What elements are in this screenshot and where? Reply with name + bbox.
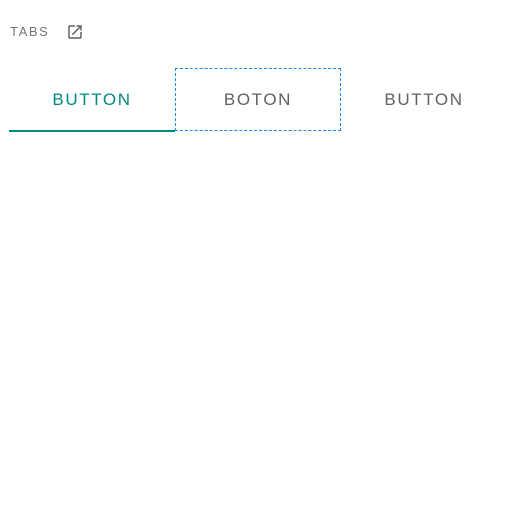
tab-label: BOTON — [223, 89, 293, 109]
tab-boton[interactable]: BOTON — [175, 68, 341, 131]
tab-bar: BUTTON BOTON BUTTON — [9, 68, 507, 132]
tab-button-2[interactable]: BUTTON — [341, 68, 507, 131]
tab-label: BUTTON — [384, 89, 464, 109]
section-header: TABS — [10, 22, 85, 42]
tab-button-1[interactable]: BUTTON — [9, 68, 175, 132]
tab-label: BUTTON — [52, 89, 132, 109]
open-in-new-icon[interactable] — [65, 22, 85, 42]
section-title: TABS — [10, 24, 50, 39]
